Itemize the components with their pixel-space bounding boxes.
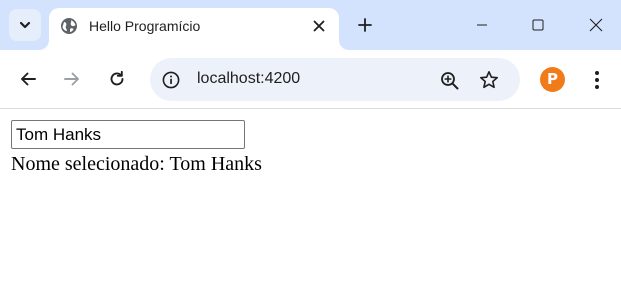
chevron-down-icon — [19, 21, 31, 29]
browser-toolbar: localhost:4200 P — [0, 50, 621, 109]
browser-menu-button[interactable] — [586, 66, 608, 94]
reload-icon — [110, 70, 124, 86]
forward-button[interactable] — [56, 63, 88, 95]
profile-letter: P — [547, 70, 558, 88]
star-icon — [480, 71, 498, 89]
bookmark-button[interactable] — [477, 68, 501, 92]
address-bar[interactable]: localhost:4200 — [150, 58, 520, 101]
tab-close-button[interactable] — [308, 15, 330, 37]
tab-title: Hello Programício — [89, 18, 201, 34]
page-content: Nome selecionado: Tom Hanks — [0, 110, 621, 308]
window-close-button[interactable] — [573, 8, 619, 42]
new-tab-button[interactable] — [352, 12, 378, 38]
browser-tab[interactable]: Hello Programício — [49, 8, 339, 50]
minimize-icon — [477, 24, 487, 26]
maximize-icon — [532, 19, 544, 31]
selected-name-label: Nome selecionado: — [11, 153, 165, 175]
info-icon — [162, 71, 180, 89]
zoom-in-icon — [440, 71, 458, 89]
plus-icon — [358, 18, 372, 32]
tab-search-button[interactable] — [9, 9, 41, 41]
close-icon — [589, 18, 603, 32]
globe-icon — [61, 18, 77, 34]
profile-avatar[interactable]: P — [540, 67, 565, 92]
arrow-right-icon — [64, 72, 79, 86]
name-input[interactable] — [11, 120, 245, 149]
back-button[interactable] — [12, 63, 44, 95]
site-info-button[interactable] — [159, 68, 183, 92]
reload-button[interactable] — [101, 63, 133, 95]
more-vertical-icon — [595, 71, 599, 89]
arrow-left-icon — [21, 72, 36, 86]
maximize-button[interactable] — [515, 8, 561, 42]
close-icon — [313, 20, 325, 32]
tab-strip: Hello Programício — [0, 0, 621, 50]
zoom-button[interactable] — [437, 68, 461, 92]
selected-name-value: Tom Hanks — [169, 153, 262, 175]
selected-name-text: Nome selecionado: Tom Hanks — [11, 152, 262, 176]
url-text: localhost:4200 — [197, 70, 301, 87]
minimize-button[interactable] — [459, 8, 505, 42]
